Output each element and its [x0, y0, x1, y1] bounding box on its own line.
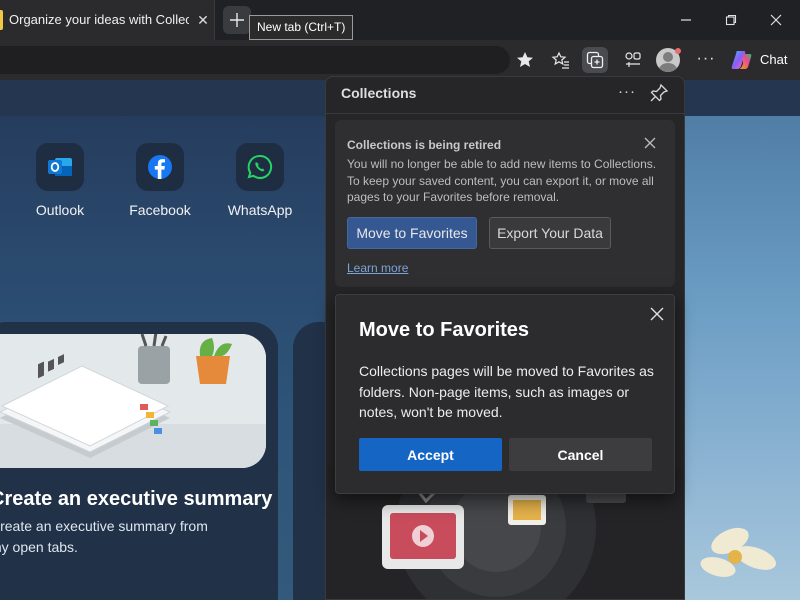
move-to-favorites-dialog: Move to Favorites Collections pages will… [335, 294, 675, 494]
collections-icon [586, 51, 604, 69]
notice-text: You will no longer be able to add new it… [347, 157, 657, 204]
favorites-list-button[interactable] [548, 47, 574, 73]
whatsapp-tile [236, 143, 284, 191]
favorite-star-icon [517, 52, 533, 67]
whatsapp-icon [247, 154, 273, 179]
close-icon [650, 307, 664, 321]
tab-close-icon[interactable]: ✕ [193, 9, 213, 31]
facebook-tile [136, 143, 184, 191]
restore-button[interactable] [718, 8, 744, 32]
tab-title: Organize your ideas with Collections [9, 12, 189, 27]
address-bar[interactable] [0, 46, 510, 74]
pin-pane-button[interactable] [648, 82, 670, 104]
accept-button[interactable]: Accept [359, 438, 502, 471]
dialog-close-button[interactable] [646, 303, 668, 325]
close-icon [644, 137, 656, 149]
quick-link-label: Outlook [35, 202, 85, 218]
retirement-notice: Collections is being retired You will no… [335, 120, 675, 287]
new-tab-tooltip: New tab (Ctrl+T) [249, 15, 354, 40]
quick-link-outlook[interactable]: Outlook [20, 143, 100, 218]
avatar-body [659, 63, 677, 72]
restore-icon [725, 14, 737, 26]
quick-link-label: WhatsApp [227, 202, 293, 218]
card-description: Create an executive summary from my open… [0, 518, 208, 555]
active-tab[interactable]: Organize your ideas with Collections ✕ [0, 0, 215, 40]
browser-toolbar: ··· Chat [0, 40, 800, 80]
tab-accent [0, 10, 3, 30]
minimize-icon [681, 19, 691, 21]
outlook-tile [36, 143, 84, 191]
card-illustration [0, 334, 266, 468]
dialog-message: Collections pages will be moved to Favor… [359, 363, 654, 420]
new-tab-button[interactable] [223, 6, 251, 34]
learn-more-link[interactable]: Learn more [347, 261, 408, 275]
facebook-icon [148, 155, 172, 179]
quick-link-label: Facebook [129, 202, 191, 218]
export-data-button[interactable]: Export Your Data [489, 217, 611, 249]
minimize-button[interactable] [673, 8, 699, 32]
favorite-star-button[interactable] [512, 47, 538, 73]
cancel-button[interactable]: Cancel [509, 438, 652, 471]
document-stack-illustration [0, 334, 266, 468]
more-options-icon[interactable]: ··· [695, 50, 717, 70]
card-title: Create an executive summary [0, 488, 273, 510]
title-bar: Organize your ideas with Collections ✕ N… [0, 0, 800, 40]
outlook-icon [48, 158, 72, 176]
avatar-head [663, 52, 673, 62]
pane-divider [326, 113, 684, 114]
copilot-icon [731, 51, 752, 69]
close-icon [770, 14, 782, 26]
extensions-icon [625, 52, 641, 67]
pane-more-options-icon[interactable]: ··· [616, 83, 638, 103]
chat-label: Chat [760, 52, 788, 67]
pane-title: Collections [341, 85, 417, 101]
collections-button[interactable] [582, 47, 608, 73]
extensions-button[interactable] [620, 47, 646, 73]
dialog-title: Move to Favorites [359, 319, 530, 341]
notice-title: Collections is being retired [347, 138, 502, 152]
notification-dot [675, 48, 681, 54]
flower-center [728, 550, 742, 564]
copilot-chat-button[interactable]: Chat [725, 47, 795, 73]
quick-link-whatsapp[interactable]: WhatsApp [220, 143, 300, 218]
plus-icon [230, 13, 244, 27]
favorites-list-icon [551, 51, 569, 69]
move-to-favorites-button[interactable]: Move to Favorites [347, 217, 477, 249]
pin-icon [650, 83, 669, 102]
notice-close-button[interactable] [641, 134, 659, 152]
quick-link-facebook[interactable]: Facebook [120, 143, 200, 218]
close-window-button[interactable] [763, 8, 789, 32]
